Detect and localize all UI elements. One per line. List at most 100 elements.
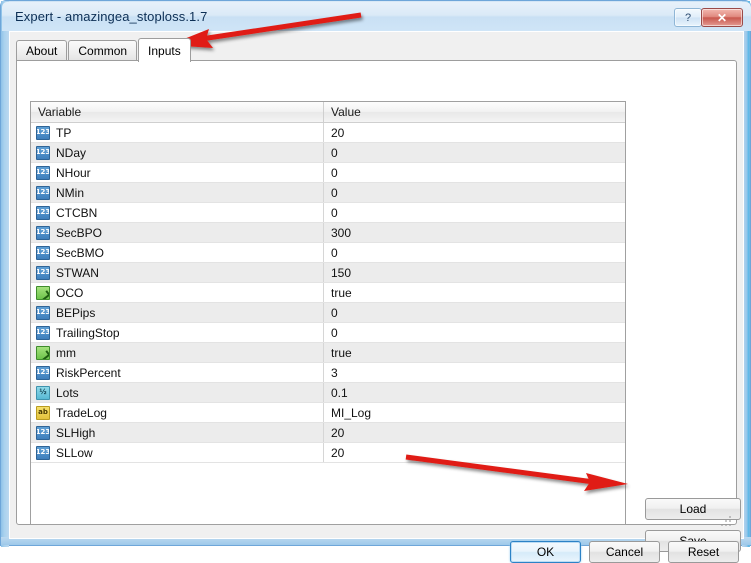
cell-variable: 123 SecBPO xyxy=(31,223,324,242)
int-type-icon: 123 xyxy=(36,445,50,460)
grid-body: 123 TP 20 123 NDay 0 123 NHour 0 123 NMin 0 123 CTCBN… xyxy=(31,123,625,463)
variable-name-label: OCO xyxy=(56,285,84,300)
cell-value[interactable]: true xyxy=(324,283,625,302)
help-button[interactable]: ? xyxy=(674,8,702,27)
variable-name-label: TP xyxy=(56,125,72,140)
cell-value[interactable]: 300 xyxy=(324,223,625,242)
reset-button[interactable]: Reset xyxy=(668,541,739,563)
variable-name-label: SLLow xyxy=(56,445,93,460)
cell-value[interactable]: 0 xyxy=(324,183,625,202)
window-border-left xyxy=(1,1,9,547)
expert-properties-window: Expert - amazingea_stoploss.1.7 ? ✕ Abou… xyxy=(0,0,751,563)
cell-value[interactable]: 0 xyxy=(324,243,625,262)
table-row[interactable]: 123 CTCBN 0 xyxy=(31,203,625,223)
load-button-label: Load xyxy=(679,502,707,516)
cell-variable: ½ Lots xyxy=(31,383,324,402)
cell-value[interactable]: 150 xyxy=(324,263,625,282)
grid-header-row: Variable Value xyxy=(31,102,625,123)
cell-value[interactable]: 20 xyxy=(324,443,625,462)
cell-value[interactable]: 0 xyxy=(324,143,625,162)
variable-name-label: SLHigh xyxy=(56,425,96,440)
int-type-icon: 123 xyxy=(36,145,50,160)
cell-variable: 123 SLLow xyxy=(31,443,324,462)
table-row[interactable]: 123 RiskPercent 3 xyxy=(31,363,625,383)
variable-name-label: SecBMO xyxy=(56,245,105,260)
variable-name-label: SecBPO xyxy=(56,225,103,240)
tab-about-label: About xyxy=(26,44,58,58)
resize-grip[interactable] xyxy=(721,516,733,528)
cell-value[interactable]: 0 xyxy=(324,303,625,322)
table-row[interactable]: 123 SecBMO 0 xyxy=(31,243,625,263)
string-type-icon: ab xyxy=(36,405,50,420)
inputs-grid[interactable]: Variable Value 123 TP 20 123 NDay 0 123 NHour 0 1… xyxy=(30,101,626,525)
cell-variable: 123 BEPips xyxy=(31,303,324,322)
cell-variable: OCO xyxy=(31,283,324,302)
cell-variable: 123 SLHigh xyxy=(31,423,324,442)
variable-name-label: NMin xyxy=(56,185,85,200)
cell-variable: 123 TrailingStop xyxy=(31,323,324,342)
bool-type-icon xyxy=(36,345,50,360)
variable-name-label: NDay xyxy=(56,145,87,160)
int-type-icon: 123 xyxy=(36,305,50,320)
bool-type-icon xyxy=(36,285,50,300)
table-row[interactable]: 123 STWAN 150 xyxy=(31,263,625,283)
column-header-value[interactable]: Value xyxy=(324,102,625,122)
table-row[interactable]: ½ Lots 0.1 xyxy=(31,383,625,403)
table-row[interactable]: mm true xyxy=(31,343,625,363)
int-type-icon: 123 xyxy=(36,245,50,260)
close-button[interactable]: ✕ xyxy=(701,8,743,27)
cell-value[interactable]: 0 xyxy=(324,203,625,222)
variable-name-label: STWAN xyxy=(56,265,99,280)
cancel-button-label: Cancel xyxy=(605,545,644,559)
dialog-client-area: About Common Inputs Variable Value 123 TP… xyxy=(9,31,744,563)
tab-common-label: Common xyxy=(78,44,128,58)
table-row[interactable]: 123 SLLow 20 xyxy=(31,443,625,463)
table-row[interactable]: 123 NHour 0 xyxy=(31,163,625,183)
int-type-icon: 123 xyxy=(36,425,50,440)
double-type-icon: ½ xyxy=(36,385,50,400)
table-row[interactable]: 123 NMin 0 xyxy=(31,183,625,203)
cancel-button[interactable]: Cancel xyxy=(589,541,660,563)
table-row[interactable]: ab TradeLog MI_Log xyxy=(31,403,625,423)
variable-name-label: RiskPercent xyxy=(56,365,121,380)
tab-about[interactable]: About xyxy=(16,40,68,61)
column-header-variable[interactable]: Variable xyxy=(31,102,324,122)
variable-name-label: BEPips xyxy=(56,305,96,320)
cell-value[interactable]: true xyxy=(324,343,625,362)
tab-strip: About Common Inputs xyxy=(16,38,192,62)
cell-value[interactable]: 3 xyxy=(324,363,625,382)
variable-name-label: mm xyxy=(56,345,76,360)
int-type-icon: 123 xyxy=(36,365,50,380)
table-row[interactable]: 123 BEPips 0 xyxy=(31,303,625,323)
table-row[interactable]: 123 TP 20 xyxy=(31,123,625,143)
int-type-icon: 123 xyxy=(36,205,50,220)
title-bar[interactable]: Expert - amazingea_stoploss.1.7 ? ✕ xyxy=(2,2,751,31)
table-row[interactable]: 123 SecBPO 300 xyxy=(31,223,625,243)
cell-value[interactable]: 20 xyxy=(324,423,625,442)
ok-button[interactable]: OK xyxy=(510,541,581,563)
int-type-icon: 123 xyxy=(36,265,50,280)
int-type-icon: 123 xyxy=(36,325,50,340)
variable-name-label: TrailingStop xyxy=(56,325,120,340)
cell-variable: 123 RiskPercent xyxy=(31,363,324,382)
table-row[interactable]: 123 SLHigh 20 xyxy=(31,423,625,443)
cell-variable: 123 TP xyxy=(31,123,324,142)
window-title: Expert - amazingea_stoploss.1.7 xyxy=(15,9,208,24)
variable-name-label: CTCBN xyxy=(56,205,98,220)
tab-inputs[interactable]: Inputs xyxy=(138,38,191,62)
cell-variable: 123 NMin xyxy=(31,183,324,202)
table-row[interactable]: OCO true xyxy=(31,283,625,303)
table-row[interactable]: 123 NDay 0 xyxy=(31,143,625,163)
cell-variable: 123 CTCBN xyxy=(31,203,324,222)
cell-value[interactable]: 0 xyxy=(324,323,625,342)
cell-value[interactable]: MI_Log xyxy=(324,403,625,422)
cell-value[interactable]: 0.1 xyxy=(324,383,625,402)
cell-value[interactable]: 20 xyxy=(324,123,625,142)
reset-button-label: Reset xyxy=(687,545,720,559)
int-type-icon: 123 xyxy=(36,185,50,200)
table-row[interactable]: 123 TrailingStop 0 xyxy=(31,323,625,343)
cell-value[interactable]: 0 xyxy=(324,163,625,182)
tab-common[interactable]: Common xyxy=(68,40,138,61)
cell-variable: 123 SecBMO xyxy=(31,243,324,262)
int-type-icon: 123 xyxy=(36,225,50,240)
